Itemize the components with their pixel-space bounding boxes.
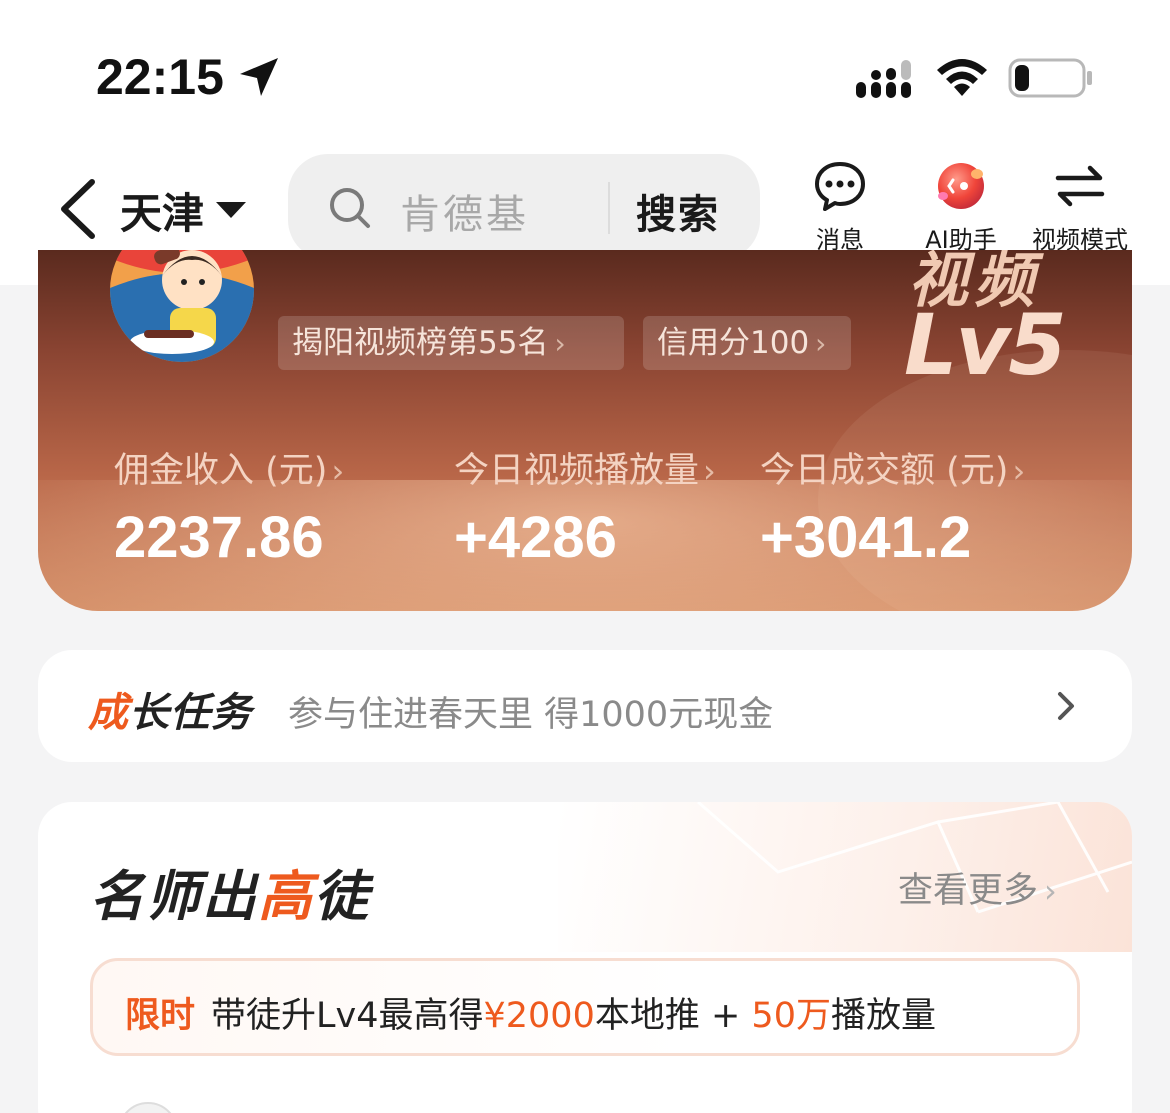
switch-arrows-icon bbox=[1055, 165, 1105, 207]
growth-task-title: 成长任务 bbox=[88, 680, 252, 738]
stat-label-gmv[interactable]: 今日成交额 (元) › bbox=[760, 442, 1025, 493]
earnings-card[interactable]: 揭阳视频榜第55名 › 信用分100 › 视频 Lv5 佣金收入 (元) › 2237… bbox=[38, 250, 1132, 611]
ai-assistant-button[interactable]: AI助手 bbox=[914, 160, 1008, 255]
promo-tag: 限时 bbox=[125, 996, 196, 1036]
chevron-right-icon: › bbox=[1012, 452, 1026, 490]
stat-value-gmv: +3041.2 bbox=[760, 505, 972, 570]
search-bar[interactable]: 肯德基 搜索 bbox=[288, 154, 760, 260]
search-input[interactable]: 肯德基 bbox=[400, 182, 529, 240]
chat-bubble-icon bbox=[815, 162, 865, 211]
credit-badge[interactable]: 信用分100 › bbox=[643, 316, 851, 370]
mentor-card: 名师出高徒 查看更多 › 限时 带徒升Lv4最高得¥2000本地推 + 50万播放量 bbox=[38, 802, 1132, 1113]
mentor-title-part1: 名师出 bbox=[90, 865, 258, 928]
promo-banner[interactable]: 限时 带徒升Lv4最高得¥2000本地推 + 50万播放量 bbox=[90, 958, 1080, 1056]
avatar[interactable] bbox=[110, 250, 254, 362]
mentor-title: 名师出高徒 bbox=[90, 852, 370, 931]
promo-highlight-1: ¥2000 bbox=[483, 996, 595, 1036]
rank-badge[interactable]: 揭阳视频榜第55名 › bbox=[278, 316, 624, 370]
see-more-text: 查看更多 bbox=[898, 871, 1039, 911]
mentor-title-part2: 徒 bbox=[314, 865, 370, 928]
promo-text-3: 播放量 bbox=[830, 996, 936, 1036]
status-bar: 22:15 bbox=[0, 0, 1170, 140]
growth-title-rest: 长任务 bbox=[129, 690, 252, 736]
see-more-link[interactable]: 查看更多 › bbox=[898, 862, 1057, 913]
promo-highlight-2: 50万 bbox=[751, 996, 831, 1036]
search-icon bbox=[330, 188, 370, 228]
growth-title-first-char: 成 bbox=[88, 690, 129, 736]
rank-badge-text: 揭阳视频榜第55名 bbox=[292, 325, 549, 361]
wifi-icon bbox=[937, 59, 987, 96]
ai-assistant-icon bbox=[938, 163, 984, 209]
search-divider bbox=[608, 182, 610, 234]
stat-label-text: 佣金收入 (元) bbox=[114, 451, 328, 491]
messages-button[interactable]: 消息 bbox=[806, 160, 874, 255]
chevron-right-icon: › bbox=[554, 327, 566, 360]
battery-icon bbox=[1008, 58, 1092, 98]
promo-text: 限时 带徒升Lv4最高得¥2000本地推 + 50万播放量 bbox=[125, 987, 936, 1038]
chevron-right-icon[interactable] bbox=[1054, 690, 1078, 722]
stat-label-plays[interactable]: 今日视频播放量 › bbox=[454, 442, 716, 493]
promo-text-1: 带徒升Lv4最高得 bbox=[211, 996, 484, 1036]
chevron-right-icon: › bbox=[703, 452, 716, 490]
status-time: 22:15 bbox=[96, 49, 224, 105]
caret-down-icon[interactable] bbox=[216, 202, 246, 218]
search-button[interactable]: 搜索 bbox=[636, 182, 720, 240]
level-text: Lv5 bbox=[904, 296, 1067, 394]
chevron-right-icon: › bbox=[331, 452, 345, 490]
video-mode-button[interactable]: 视频模式 bbox=[1024, 160, 1136, 255]
stat-label-commission[interactable]: 佣金收入 (元) › bbox=[114, 442, 344, 493]
mentor-avatar[interactable] bbox=[118, 1102, 178, 1113]
stat-label-text: 今日视频播放量 bbox=[454, 451, 700, 491]
city-selector[interactable]: 天津 bbox=[120, 180, 204, 241]
chevron-right-icon: › bbox=[1044, 872, 1057, 910]
promo-text-2: 本地推 + bbox=[594, 996, 752, 1036]
location-arrow-icon bbox=[240, 58, 278, 96]
mentor-line-decoration bbox=[697, 802, 1132, 914]
growth-task-card[interactable]: 成长任务 参与住进春天里 得1000元现金 bbox=[38, 650, 1132, 762]
stat-label-text: 今日成交额 (元) bbox=[760, 451, 1009, 491]
chevron-right-icon: › bbox=[815, 327, 827, 360]
back-arrow-icon[interactable] bbox=[56, 178, 104, 240]
signal-icon bbox=[856, 60, 911, 98]
mentor-title-highlight: 高 bbox=[258, 865, 314, 928]
credit-badge-text: 信用分100 bbox=[657, 325, 810, 361]
stat-value-commission: 2237.86 bbox=[114, 505, 324, 570]
growth-task-description: 参与住进春天里 得1000元现金 bbox=[288, 695, 774, 735]
stat-value-plays: +4286 bbox=[454, 505, 617, 570]
